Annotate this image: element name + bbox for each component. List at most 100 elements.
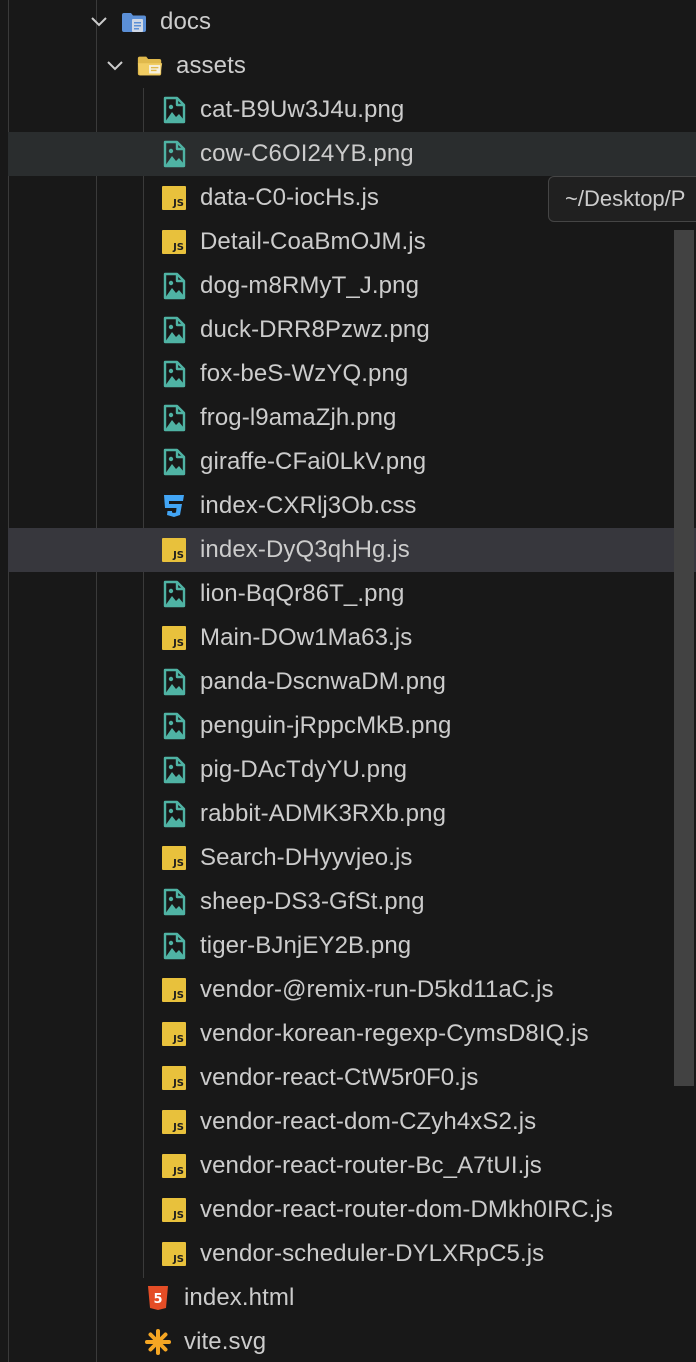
folder-label: docs <box>160 8 212 35</box>
image-file-icon <box>160 888 188 916</box>
file-item[interactable]: cow-C6OI24YB.png <box>8 132 696 176</box>
file-item[interactable]: dog-m8RMyT_J.png <box>8 264 696 308</box>
file-label: vendor-@remix-run-D5kd11aC.js <box>200 976 554 1003</box>
path-tooltip: ~/Desktop/P <box>548 176 696 222</box>
svg-file-icon <box>144 1328 172 1356</box>
file-item[interactable]: frog-l9amaZjh.png <box>8 396 696 440</box>
file-item[interactable]: giraffe-CFai0LkV.png <box>8 440 696 484</box>
file-item[interactable]: fox-beS-WzYQ.png <box>8 352 696 396</box>
svg-text:5: 5 <box>153 1292 162 1307</box>
js-file-icon: JS <box>160 1108 188 1136</box>
chevron-down-icon[interactable] <box>88 11 110 33</box>
tooltip-text: ~/Desktop/P <box>565 186 686 211</box>
js-file-icon: JS <box>160 1152 188 1180</box>
file-item[interactable]: JS vendor-@remix-run-D5kd11aC.js <box>8 968 696 1012</box>
file-label: vendor-react-dom-CZyh4xS2.js <box>200 1108 537 1135</box>
file-label: vendor-react-CtW5r0F0.js <box>200 1064 479 1091</box>
file-label: dog-m8RMyT_J.png <box>200 272 420 299</box>
image-file-icon <box>160 360 188 388</box>
image-file-icon <box>160 404 188 432</box>
file-label: giraffe-CFai0LkV.png <box>200 448 427 475</box>
image-file-icon <box>160 932 188 960</box>
file-item[interactable]: tiger-BJnjEY2B.png <box>8 924 696 968</box>
image-file-icon <box>160 800 188 828</box>
js-file-icon: JS <box>160 1020 188 1048</box>
folder-label: assets <box>176 52 246 79</box>
folder-assets-icon <box>136 52 164 80</box>
file-item[interactable]: JS index-DyQ3qhHg.js <box>8 528 696 572</box>
file-label: data-C0-iocHs.js <box>200 184 379 211</box>
file-label: index-CXRlj3Ob.css <box>200 492 417 519</box>
file-item[interactable]: JS vendor-korean-regexp-CymsD8IQ.js <box>8 1012 696 1056</box>
image-file-icon <box>160 668 188 696</box>
file-item[interactable]: lion-BqQr86T_.png <box>8 572 696 616</box>
file-label: Main-DOw1Ma63.js <box>200 624 413 651</box>
folder-docs[interactable]: docs <box>8 0 696 44</box>
file-label: cat-B9Uw3J4u.png <box>200 96 405 123</box>
file-item[interactable]: JS vendor-scheduler-DYLXRpC5.js <box>8 1232 696 1276</box>
image-file-icon <box>160 316 188 344</box>
file-label: cow-C6OI24YB.png <box>200 140 414 167</box>
image-file-icon <box>160 272 188 300</box>
image-file-icon <box>160 96 188 124</box>
image-file-icon <box>160 712 188 740</box>
file-item[interactable]: JS Search-DHyyvjeo.js <box>8 836 696 880</box>
file-item[interactable]: pig-DAcTdyYU.png <box>8 748 696 792</box>
image-file-icon <box>160 448 188 476</box>
file-label: tiger-BJnjEY2B.png <box>200 932 412 959</box>
js-file-icon: JS <box>160 1240 188 1268</box>
file-item[interactable]: JS Main-DOw1Ma63.js <box>8 616 696 660</box>
file-label: frog-l9amaZjh.png <box>200 404 397 431</box>
file-explorer-tree: docs assets cat-B9Uw3J4u.png cow-C6OI24YB… <box>0 0 696 1362</box>
file-label: sheep-DS3-GfSt.png <box>200 888 425 915</box>
file-item[interactable]: sheep-DS3-GfSt.png <box>8 880 696 924</box>
file-label: Search-DHyyvjeo.js <box>200 844 413 871</box>
file-item[interactable]: JS vendor-react-CtW5r0F0.js <box>8 1056 696 1100</box>
image-file-icon <box>160 756 188 784</box>
file-item[interactable]: penguin-jRppcMkB.png <box>8 704 696 748</box>
html-file-icon: 5 <box>144 1284 172 1312</box>
file-item[interactable]: JS Detail-CoaBmOJM.js <box>8 220 696 264</box>
folder-assets[interactable]: assets <box>8 44 696 88</box>
chevron-down-icon[interactable] <box>104 55 126 77</box>
file-item[interactable]: panda-DscnwaDM.png <box>8 660 696 704</box>
file-label: vendor-react-router-dom-DMkh0IRC.js <box>200 1196 613 1223</box>
file-label: vendor-korean-regexp-CymsD8IQ.js <box>200 1020 589 1047</box>
js-file-icon: JS <box>160 228 188 256</box>
file-item[interactable]: cat-B9Uw3J4u.png <box>8 88 696 132</box>
file-label: fox-beS-WzYQ.png <box>200 360 409 387</box>
file-label: vite.svg <box>184 1328 267 1355</box>
image-file-icon <box>160 140 188 168</box>
file-item[interactable]: duck-DRR8Pzwz.png <box>8 308 696 352</box>
scrollbar-thumb[interactable] <box>674 230 694 1086</box>
css-file-icon <box>160 492 188 520</box>
file-item[interactable]: vite.svg <box>8 1320 696 1362</box>
file-label: Detail-CoaBmOJM.js <box>200 228 426 255</box>
file-label: rabbit-ADMK3RXb.png <box>200 800 447 827</box>
file-item[interactable]: JS vendor-react-router-dom-DMkh0IRC.js <box>8 1188 696 1232</box>
file-item[interactable]: index-CXRlj3Ob.css <box>8 484 696 528</box>
file-label: penguin-jRppcMkB.png <box>200 712 452 739</box>
js-file-icon: JS <box>160 844 188 872</box>
vertical-scrollbar[interactable] <box>674 230 694 1086</box>
file-label: vendor-react-router-Bc_A7tUI.js <box>200 1152 542 1179</box>
file-label: lion-BqQr86T_.png <box>200 580 405 607</box>
js-file-icon: JS <box>160 1064 188 1092</box>
file-item[interactable]: JS vendor-react-dom-CZyh4xS2.js <box>8 1100 696 1144</box>
js-file-icon: JS <box>160 976 188 1004</box>
file-item[interactable]: 5 index.html <box>8 1276 696 1320</box>
file-item[interactable]: JS vendor-react-router-Bc_A7tUI.js <box>8 1144 696 1188</box>
file-label: pig-DAcTdyYU.png <box>200 756 408 783</box>
file-label: index.html <box>184 1284 295 1311</box>
file-label: duck-DRR8Pzwz.png <box>200 316 430 343</box>
js-file-icon: JS <box>160 624 188 652</box>
file-label: index-DyQ3qhHg.js <box>200 536 410 563</box>
file-item[interactable]: rabbit-ADMK3RXb.png <box>8 792 696 836</box>
folder-docs-icon <box>120 8 148 36</box>
js-file-icon: JS <box>160 536 188 564</box>
file-label: panda-DscnwaDM.png <box>200 668 446 695</box>
image-file-icon <box>160 580 188 608</box>
js-file-icon: JS <box>160 1196 188 1224</box>
js-file-icon: JS <box>160 184 188 212</box>
file-label: vendor-scheduler-DYLXRpC5.js <box>200 1240 545 1267</box>
